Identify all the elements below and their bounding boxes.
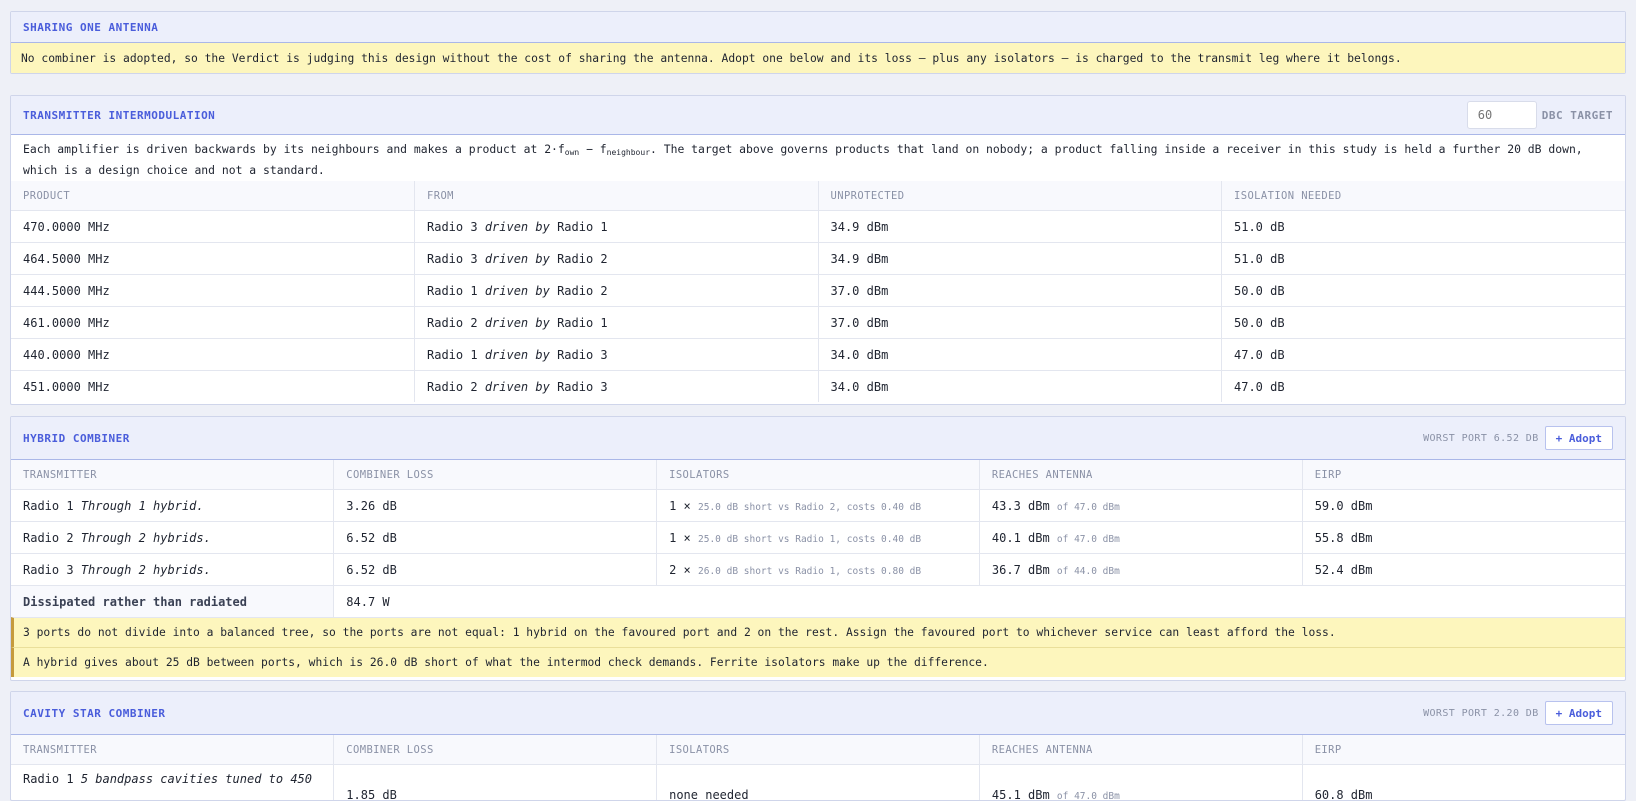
- product-cell: 470.0000 MHz: [11, 211, 415, 243]
- table-row: 461.0000 MHz Radio 2 driven by Radio 1 3…: [11, 307, 1625, 339]
- product-cell: 440.0000 MHz: [11, 339, 415, 371]
- hybrid-title: HYBRID COMBINER: [23, 432, 130, 445]
- dbc-target-label: DBC TARGET: [1542, 109, 1613, 122]
- table-row: 444.5000 MHz Radio 1 driven by Radio 2 3…: [11, 275, 1625, 307]
- loss-cell: 6.52 dB: [334, 522, 657, 554]
- eirp-cell: 52.4 dBm: [1302, 554, 1625, 586]
- intermod-table: PRODUCT FROM UNPROTECTED ISOLATION NEEDE…: [11, 181, 1625, 402]
- table-row: Radio 3 Through 2 hybrids. 6.52 dB 2 × 2…: [11, 554, 1625, 586]
- reaches-cell: 40.1 dBm of 47.0 dBm: [979, 522, 1302, 554]
- table-row: 470.0000 MHz Radio 3 driven by Radio 1 3…: [11, 211, 1625, 243]
- cavity-title: CAVITY STAR COMBINER: [23, 707, 165, 720]
- cavity-header-row: TRANSMITTER COMBINER LOSS ISOLATORS REAC…: [11, 735, 1625, 765]
- transmitter-cell: Radio 1 Through 1 hybrid.: [11, 490, 334, 522]
- from-cell: Radio 2 driven by Radio 3: [415, 371, 819, 403]
- hybrid-header-row: TRANSMITTER COMBINER LOSS ISOLATORS REAC…: [11, 460, 1625, 490]
- from-cell: Radio 3 driven by Radio 2: [415, 243, 819, 275]
- from-cell: Radio 1 driven by Radio 2: [415, 275, 819, 307]
- col-eirp: EIRP: [1302, 460, 1625, 490]
- sharing-header: SHARING ONE ANTENNA: [11, 12, 1625, 43]
- transmitter-cell: Radio 3 Through 2 hybrids.: [11, 554, 334, 586]
- cavity-table: TRANSMITTER COMBINER LOSS ISOLATORS REAC…: [11, 735, 1625, 801]
- reaches-cell: 36.7 dBm of 44.0 dBm: [979, 554, 1302, 586]
- product-cell: 451.0000 MHz: [11, 371, 415, 403]
- hybrid-header: HYBRID COMBINER WORST PORT 6.52 DB + Ado…: [11, 417, 1625, 460]
- isolators-cell: 2 × 26.0 dB short vs Radio 1, costs 0.80…: [657, 554, 980, 586]
- isolation-cell: 47.0 dB: [1222, 371, 1626, 403]
- loss-cell: 3.26 dB: [334, 490, 657, 522]
- intermod-header: TRANSMITTER INTERMODULATION DBC TARGET: [11, 96, 1625, 135]
- eirp-cell: 55.8 dBm: [1302, 522, 1625, 554]
- product-cell: 464.5000 MHz: [11, 243, 415, 275]
- col-transmitter: TRANSMITTER: [11, 735, 334, 765]
- unprotected-cell: 34.0 dBm: [818, 339, 1222, 371]
- table-row: Radio 1 Through 1 hybrid. 3.26 dB 1 × 25…: [11, 490, 1625, 522]
- col-unprotected: UNPROTECTED: [818, 181, 1222, 211]
- col-reaches-antenna: REACHES ANTENNA: [979, 735, 1302, 765]
- table-row: 440.0000 MHz Radio 1 driven by Radio 3 3…: [11, 339, 1625, 371]
- isolation-cell: 50.0 dB: [1222, 275, 1626, 307]
- intermod-title: TRANSMITTER INTERMODULATION: [23, 109, 215, 122]
- unprotected-cell: 37.0 dBm: [818, 307, 1222, 339]
- reaches-cell: 43.3 dBm of 47.0 dBm: [979, 490, 1302, 522]
- unprotected-cell: 34.9 dBm: [818, 211, 1222, 243]
- sharing-panel: SHARING ONE ANTENNA No combiner is adopt…: [10, 11, 1626, 74]
- isolators-cell: 1 × 25.0 dB short vs Radio 2, costs 0.40…: [657, 490, 980, 522]
- transmitter-cell: Radio 2 Through 2 hybrids.: [11, 522, 334, 554]
- isolators-cell: 1 × 25.0 dB short vs Radio 1, costs 0.40…: [657, 522, 980, 554]
- unprotected-cell: 34.0 dBm: [818, 371, 1222, 403]
- sharing-title: SHARING ONE ANTENNA: [23, 21, 158, 34]
- from-cell: Radio 1 driven by Radio 3: [415, 339, 819, 371]
- hybrid-worst-port: WORST PORT 6.52 DB: [1423, 433, 1539, 444]
- intermod-description: Each amplifier is driven backwards by it…: [11, 135, 1625, 181]
- hybrid-table: TRANSMITTER COMBINER LOSS ISOLATORS REAC…: [11, 460, 1625, 617]
- col-combiner-loss: COMBINER LOSS: [334, 735, 657, 765]
- reaches-cell: 45.1 dBm of 47.0 dBm: [979, 765, 1302, 801]
- col-combiner-loss: COMBINER LOSS: [334, 460, 657, 490]
- dissipated-value: 84.7 W: [334, 586, 1625, 618]
- transmitter-cell: Radio 1 5 bandpass cavities tuned to 450: [11, 765, 334, 801]
- cavity-adopt-button[interactable]: + Adopt: [1545, 701, 1613, 725]
- col-product: PRODUCT: [11, 181, 415, 211]
- hybrid-adopt-button[interactable]: + Adopt: [1545, 426, 1613, 450]
- unprotected-cell: 34.9 dBm: [818, 243, 1222, 275]
- cavity-combiner-panel: CAVITY STAR COMBINER WORST PORT 2.20 DB …: [10, 691, 1626, 801]
- isolation-cell: 51.0 dB: [1222, 243, 1626, 275]
- product-cell: 444.5000 MHz: [11, 275, 415, 307]
- table-row: Radio 2 Through 2 hybrids. 6.52 dB 1 × 2…: [11, 522, 1625, 554]
- eirp-cell: 59.0 dBm: [1302, 490, 1625, 522]
- isolation-cell: 50.0 dB: [1222, 307, 1626, 339]
- hybrid-combiner-panel: HYBRID COMBINER WORST PORT 6.52 DB + Ado…: [10, 416, 1626, 681]
- isolation-cell: 51.0 dB: [1222, 211, 1626, 243]
- intermod-header-row: PRODUCT FROM UNPROTECTED ISOLATION NEEDE…: [11, 181, 1625, 211]
- product-cell: 461.0000 MHz: [11, 307, 415, 339]
- sharing-note: No combiner is adopted, so the Verdict i…: [11, 43, 1625, 74]
- col-reaches-antenna: REACHES ANTENNA: [979, 460, 1302, 490]
- dissipated-row: Dissipated rather than radiated 84.7 W: [11, 586, 1625, 618]
- from-cell: Radio 2 driven by Radio 1: [415, 307, 819, 339]
- isolation-cell: 47.0 dB: [1222, 339, 1626, 371]
- hybrid-note-balance: 3 ports do not divide into a balanced tr…: [11, 617, 1625, 647]
- dbc-target-input[interactable]: [1467, 101, 1537, 129]
- col-isolation-needed: ISOLATION NEEDED: [1222, 181, 1626, 211]
- col-from: FROM: [415, 181, 819, 211]
- intermod-panel: TRANSMITTER INTERMODULATION DBC TARGET E…: [10, 95, 1626, 405]
- cavity-worst-port: WORST PORT 2.20 DB: [1423, 708, 1539, 719]
- loss-cell: 6.52 dB: [334, 554, 657, 586]
- col-isolators: ISOLATORS: [657, 735, 980, 765]
- eirp-cell: 60.8 dBm: [1302, 765, 1625, 801]
- table-row: 451.0000 MHz Radio 2 driven by Radio 3 3…: [11, 371, 1625, 403]
- loss-cell: 1.85 dB: [334, 765, 657, 801]
- table-row: Radio 1 5 bandpass cavities tuned to 450…: [11, 765, 1625, 801]
- hybrid-note-isolation: A hybrid gives about 25 dB between ports…: [11, 647, 1625, 677]
- cavity-header: CAVITY STAR COMBINER WORST PORT 2.20 DB …: [11, 692, 1625, 735]
- dissipated-label: Dissipated rather than radiated: [11, 586, 334, 618]
- table-row: 464.5000 MHz Radio 3 driven by Radio 2 3…: [11, 243, 1625, 275]
- col-transmitter: TRANSMITTER: [11, 460, 334, 490]
- col-eirp: EIRP: [1302, 735, 1625, 765]
- unprotected-cell: 37.0 dBm: [818, 275, 1222, 307]
- from-cell: Radio 3 driven by Radio 1: [415, 211, 819, 243]
- isolators-cell: none needed: [657, 765, 980, 801]
- col-isolators: ISOLATORS: [657, 460, 980, 490]
